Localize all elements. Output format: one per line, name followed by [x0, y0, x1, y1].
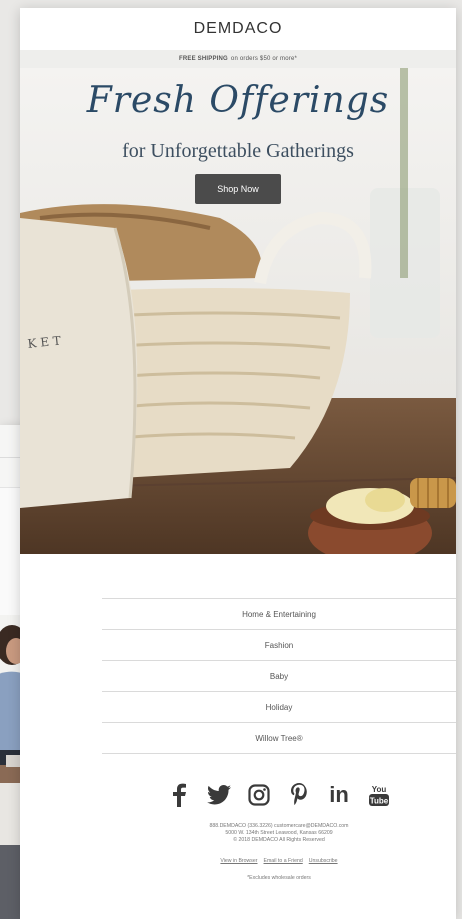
category-nav: Home & Entertaining Fashion Baby Holiday…	[102, 598, 456, 754]
hero-banner[interactable]: K E T Fresh Offerings for Unforgettable …	[20, 68, 456, 554]
linkedin-icon[interactable]: in	[326, 782, 352, 808]
nav-item-holiday[interactable]: Holiday	[102, 691, 456, 722]
shipping-banner: FREE SHIPPING on orders $50 or more*	[20, 50, 456, 68]
nav-item-fashion[interactable]: Fashion	[102, 629, 456, 660]
hero-subtitle: for Unforgettable Gatherings	[122, 140, 354, 162]
nav-item-willow-tree[interactable]: Willow Tree®	[102, 722, 456, 754]
footer-copyright: © 2018 DEMDACO All Rights Reserved	[233, 837, 325, 843]
email-preview: DEMDACO FREE SHIPPING on orders $50 or m…	[20, 8, 456, 919]
nav-item-baby[interactable]: Baby	[102, 660, 456, 691]
view-in-browser-link[interactable]: View in Browser	[220, 858, 257, 865]
instagram-icon[interactable]	[246, 782, 272, 808]
footer-disclaimer: *Excludes wholesale orders	[247, 875, 311, 881]
twitter-icon[interactable]	[206, 782, 232, 808]
hero-title: Fresh Offerings	[86, 80, 390, 121]
facebook-icon[interactable]	[166, 782, 192, 808]
shipping-bold-text: FREE SHIPPING	[178, 56, 228, 62]
shop-now-button[interactable]: Shop Now	[195, 174, 281, 204]
unsubscribe-link[interactable]: Unsubscribe	[309, 858, 338, 865]
email-footer: 888.DEMDACO (336.3226) customercare@DEMD…	[102, 823, 456, 882]
svg-text:Tube: Tube	[370, 797, 389, 806]
linkedin-glyph: in	[329, 782, 349, 807]
brand-logo[interactable]: DEMDACO	[20, 8, 456, 50]
footer-address: 5000 W. 134th Street Leawood, Kansas 662…	[225, 830, 333, 836]
youtube-icon[interactable]: You Tube	[366, 782, 392, 808]
footer-links: View in Browser Email to a Friend Unsubs…	[102, 858, 456, 865]
social-links: in You Tube	[102, 775, 456, 815]
pinterest-icon[interactable]	[286, 782, 312, 808]
nav-item-home-entertaining[interactable]: Home & Entertaining	[102, 598, 456, 629]
svg-text:You: You	[372, 785, 387, 794]
email-friend-link[interactable]: Email to a Friend	[264, 858, 303, 865]
shipping-rest-text: on orders $50 or more*	[230, 56, 298, 62]
footer-contact: 888.DEMDACO (336.3226) customercare@DEMD…	[209, 823, 349, 829]
